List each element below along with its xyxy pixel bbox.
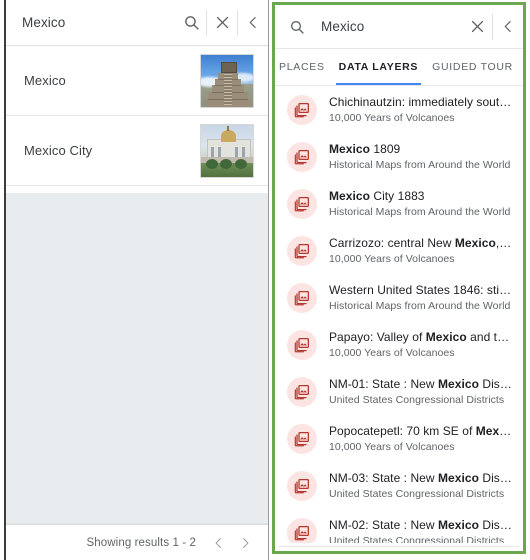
list-item-subtitle: 10,000 Years of Volcanoes [329, 346, 455, 359]
right-panel-highlight: Mexico PLACES DATA LAYERS GUIDED TOUR Ch… [272, 2, 526, 554]
list-item-subtitle: Historical Maps from Around the World [329, 158, 511, 171]
list-item-title: NM-03: State : New Mexico District… [329, 470, 513, 485]
list-item[interactable]: Papayo: Valley of Mexico and toward… 10,0… [275, 321, 523, 368]
list-item-title: Mexico 1809 [329, 141, 401, 156]
list-item-title: Mexico City 1883 [329, 188, 425, 203]
chevron-right-icon[interactable] [520, 49, 523, 85]
close-icon[interactable] [207, 0, 237, 46]
list-item-text: Chichinautzin: immediately south of … 10,… [329, 95, 523, 125]
list-item[interactable]: NM-01: State : New Mexico District… Unite… [275, 368, 523, 415]
left-results-panel: Mexico Mexico Mexico City Showing result… [4, 0, 269, 560]
divider [279, 546, 519, 547]
prev-page-button[interactable] [206, 528, 232, 558]
right-results-panel: Mexico PLACES DATA LAYERS GUIDED TOUR Ch… [275, 5, 523, 551]
left-search-input[interactable]: Mexico [22, 15, 176, 30]
close-icon[interactable] [462, 5, 492, 49]
list-item-text: Papayo: Valley of Mexico and toward… 10,0… [329, 330, 523, 360]
list-item-title: Popocatepetl: 70 km SE of Mexico C… [329, 423, 513, 438]
list-item-title: Papayo: Valley of Mexico and toward… [329, 329, 513, 344]
left-results-list: Mexico Mexico City [6, 46, 268, 186]
list-item-text: Mexico 1809 Historical Maps from Around t… [329, 142, 523, 172]
data-layers-results-list: Chichinautzin: immediately south of … 10,… [275, 86, 523, 543]
list-item-text: Carrizozo: central New Mexico, is on… 10,… [329, 236, 523, 266]
collections-image-icon [287, 94, 317, 125]
list-item[interactable]: NM-03: State : New Mexico District… Unite… [275, 462, 523, 509]
collections-image-icon [287, 329, 317, 360]
list-item-text: NM-01: State : New Mexico District… Unite… [329, 377, 523, 407]
list-item-title: Chichinautzin: immediately south of … [329, 94, 513, 109]
list-item-text: Mexico City 1883 Historical Maps from Aro… [329, 189, 523, 219]
collections-image-icon [287, 470, 317, 501]
chevron-left-icon[interactable] [493, 5, 523, 49]
list-item-text: NM-02: State : New Mexico District… Unite… [329, 518, 523, 544]
results-status: Showing results 1 - 2 [86, 536, 196, 549]
list-item-subtitle: United States Congressional Districts [329, 487, 505, 500]
list-item[interactable]: Mexico [6, 46, 268, 116]
collections-image-icon [287, 423, 317, 454]
app-root: Mexico Mexico Mexico City Showing result… [0, 0, 530, 560]
next-page-button[interactable] [232, 528, 258, 558]
tab-places[interactable]: PLACES [275, 49, 332, 85]
collections-image-icon [287, 141, 317, 172]
right-search-bar: Mexico [275, 5, 523, 49]
list-item-title: Western United States 1846: still par… [329, 282, 513, 297]
list-item[interactable]: Mexico City 1883 Historical Maps from Aro… [275, 180, 523, 227]
left-search-bar: Mexico [6, 0, 268, 46]
list-item-label: Mexico [24, 73, 66, 88]
list-item[interactable]: NM-02: State : New Mexico District… Unite… [275, 509, 523, 543]
list-item-label: Mexico City [24, 143, 93, 158]
list-item-subtitle: 10,000 Years of Volcanoes [329, 440, 455, 453]
list-item-subtitle: 10,000 Years of Volcanoes [329, 111, 455, 124]
list-item[interactable]: Carrizozo: central New Mexico, is on… 10,… [275, 227, 523, 274]
list-item-subtitle: Historical Maps from Around the World [329, 205, 511, 218]
chevron-left-icon[interactable] [238, 0, 268, 46]
search-icon [285, 19, 309, 35]
list-item-subtitle: Historical Maps from Around the World [329, 299, 511, 312]
tab-data-layers[interactable]: DATA LAYERS [332, 49, 425, 85]
left-search-actions [176, 0, 268, 45]
left-panel-footer: Showing results 1 - 2 [6, 524, 268, 560]
tab-guided-tour[interactable]: GUIDED TOUR [425, 49, 520, 85]
collections-image-icon [287, 517, 317, 543]
right-panel-tabs: PLACES DATA LAYERS GUIDED TOUR [275, 49, 523, 86]
list-item[interactable]: Western United States 1846: still par… Hi… [275, 274, 523, 321]
list-item[interactable]: Mexico 1809 Historical Maps from Around t… [275, 133, 523, 180]
list-item-title: NM-01: State : New Mexico District… [329, 376, 513, 391]
left-panel-empty-area [6, 193, 268, 524]
collections-image-icon [287, 376, 317, 407]
list-item-subtitle: United States Congressional Districts [329, 534, 505, 544]
list-item-text: Western United States 1846: still par… Hi… [329, 283, 523, 313]
list-item-title: Carrizozo: central New Mexico, is on… [329, 235, 513, 250]
list-item-text: Popocatepetl: 70 km SE of Mexico C… 10,00… [329, 424, 523, 454]
collections-image-icon [287, 188, 317, 219]
list-item[interactable]: Mexico City [6, 116, 268, 186]
list-item[interactable]: Chichinautzin: immediately south of … 10,… [275, 86, 523, 133]
search-icon[interactable] [176, 0, 206, 46]
list-item-text: NM-03: State : New Mexico District… Unite… [329, 471, 523, 501]
collections-image-icon [287, 282, 317, 313]
collections-image-icon [287, 235, 317, 266]
right-search-input[interactable]: Mexico [309, 19, 462, 34]
list-item-subtitle: United States Congressional Districts [329, 393, 505, 406]
list-item[interactable]: Popocatepetl: 70 km SE of Mexico C… 10,00… [275, 415, 523, 462]
list-item-subtitle: 10,000 Years of Volcanoes [329, 252, 455, 265]
list-item-title: NM-02: State : New Mexico District… [329, 517, 513, 532]
list-item-thumbnail [200, 123, 254, 178]
list-item-thumbnail [200, 53, 254, 108]
